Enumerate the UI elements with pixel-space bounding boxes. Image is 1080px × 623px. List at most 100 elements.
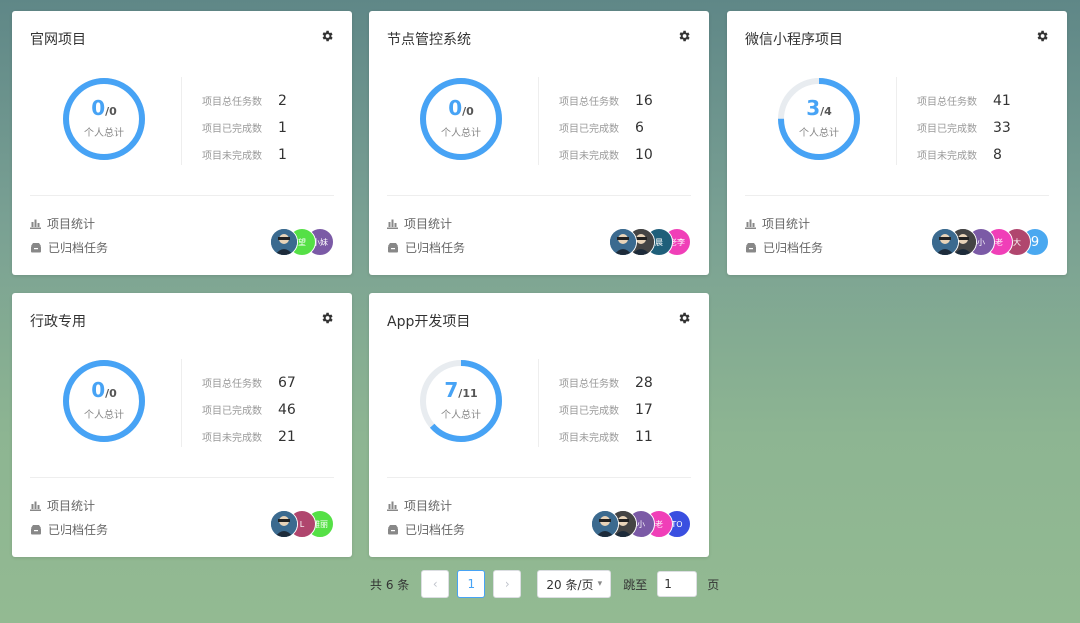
bar-chart-icon xyxy=(30,219,41,229)
avatar-initials: L xyxy=(299,519,305,529)
project-card: 节点管控系统 0/0 个人总计 项目总任务数 16 项目已完成数 6 项目未完成… xyxy=(369,11,709,275)
bar-chart-icon xyxy=(745,219,756,229)
member-avatar[interactable] xyxy=(591,510,619,538)
stat-row: 项目未完成数 21 xyxy=(202,423,322,450)
avatar-photo xyxy=(932,229,958,255)
gear-icon[interactable] xyxy=(677,29,691,43)
ring-total-count: /0 xyxy=(462,105,474,118)
horizontal-divider xyxy=(387,195,691,196)
stat-label: 项目已完成数 xyxy=(202,406,262,417)
archive-box-icon xyxy=(746,243,756,253)
progress-ring-text: 7/11 个人总计 xyxy=(417,357,505,445)
chevron-left-icon: ‹ xyxy=(432,577,438,591)
ring-done-count: 0 xyxy=(448,96,463,120)
ring-label: 个人总计 xyxy=(799,128,839,139)
project-stats-label: 项目统计 xyxy=(47,499,96,513)
ring-label: 个人总计 xyxy=(84,128,124,139)
page-size-value: 20 条/页 xyxy=(546,577,594,592)
progress-ring-text: 0/0 个人总计 xyxy=(417,75,505,163)
vertical-divider xyxy=(538,359,539,447)
stat-value: 46 xyxy=(278,401,296,418)
stat-value: 10 xyxy=(635,146,653,163)
stat-value: 17 xyxy=(635,401,653,418)
avatar-initials: TO xyxy=(671,519,683,529)
stat-value: 41 xyxy=(993,92,1011,109)
stat-label: 项目总任务数 xyxy=(559,97,619,108)
stat-label: 项目总任务数 xyxy=(917,97,977,108)
page-number-button[interactable]: 1 xyxy=(457,570,486,598)
stat-row: 项目已完成数 6 xyxy=(559,114,679,141)
project-stats-link[interactable]: 项目统计 xyxy=(387,497,452,514)
stats-list: 项目总任务数 2 项目已完成数 1 项目未完成数 1 xyxy=(202,87,322,168)
project-stats-label: 项目统计 xyxy=(762,217,811,231)
archived-tasks-link[interactable]: 已归档任务 xyxy=(30,239,108,256)
gear-icon[interactable] xyxy=(1035,29,1049,43)
stat-row: 项目未完成数 10 xyxy=(559,141,679,168)
stat-value: 16 xyxy=(635,92,653,109)
stat-value: 21 xyxy=(278,428,296,445)
stat-row: 项目总任务数 67 xyxy=(202,369,322,396)
archive-box-icon xyxy=(31,525,41,535)
member-avatar[interactable] xyxy=(270,510,298,538)
member-avatar[interactable] xyxy=(931,228,959,256)
ring-done-count: 7 xyxy=(444,378,459,402)
vertical-divider xyxy=(538,77,539,165)
next-page-button[interactable]: › xyxy=(493,570,522,598)
avatar-initials: 晨 xyxy=(655,237,663,247)
avatar-initials: 小 xyxy=(977,237,985,247)
jump-page-input[interactable] xyxy=(657,571,698,597)
archived-tasks-label: 已归档任务 xyxy=(763,241,824,255)
ring-count: 0/0 xyxy=(91,98,117,121)
member-avatar-group: TO 老小 xyxy=(591,510,691,538)
stats-list: 项目总任务数 41 项目已完成数 33 项目未完成数 8 xyxy=(917,87,1037,168)
project-title: App开发项目 xyxy=(387,314,471,330)
stat-row: 项目已完成数 17 xyxy=(559,396,679,423)
ring-total-count: /11 xyxy=(458,387,478,400)
stat-row: 项目总任务数 41 xyxy=(917,87,1037,114)
project-stats-label: 项目统计 xyxy=(404,217,453,231)
project-stats-link[interactable]: 项目统计 xyxy=(30,497,95,514)
ring-total-count: /4 xyxy=(820,105,832,118)
member-avatar-group: 雅丽 L xyxy=(270,510,334,538)
stat-label: 项目未完成数 xyxy=(559,151,619,162)
stat-value: 28 xyxy=(635,374,653,391)
archived-tasks-label: 已归档任务 xyxy=(48,523,109,537)
stat-label: 项目总任务数 xyxy=(202,379,262,390)
gear-icon[interactable] xyxy=(677,311,691,325)
project-title: 微信小程序项目 xyxy=(745,32,843,48)
project-card: 微信小程序项目 3/4 个人总计 项目总任务数 41 项目已完成数 33 项目未… xyxy=(727,11,1067,275)
archived-tasks-link[interactable]: 已归档任务 xyxy=(387,239,465,256)
archived-tasks-link[interactable]: 已归档任务 xyxy=(30,521,108,538)
ring-count: 7/11 xyxy=(444,378,478,403)
ring-total-count: /0 xyxy=(105,387,117,400)
horizontal-divider xyxy=(30,195,334,196)
project-title: 节点管控系统 xyxy=(387,32,471,48)
member-avatar[interactable] xyxy=(609,228,637,256)
gear-icon[interactable] xyxy=(320,311,334,325)
project-stats-link[interactable]: 项目统计 xyxy=(30,215,95,232)
member-avatar-group: 9大老小 xyxy=(931,228,1049,256)
horizontal-divider xyxy=(745,195,1049,196)
stat-value: 8 xyxy=(993,146,1002,163)
member-avatar-group: 小妹望 xyxy=(270,228,334,256)
project-card: 官网项目 0/0 个人总计 项目总任务数 2 项目已完成数 1 项目未完成数 1 xyxy=(12,11,352,275)
stat-row: 项目总任务数 28 xyxy=(559,369,679,396)
page-size-select[interactable]: 20 条/页 ▾ xyxy=(537,570,612,598)
horizontal-divider xyxy=(387,477,691,478)
progress-ring-text: 0/0 个人总计 xyxy=(60,357,148,445)
ring-label: 个人总计 xyxy=(84,410,124,421)
archived-tasks-label: 已归档任务 xyxy=(405,523,466,537)
archived-tasks-link[interactable]: 已归档任务 xyxy=(387,521,465,538)
bar-chart-icon xyxy=(387,501,398,511)
archived-tasks-link[interactable]: 已归档任务 xyxy=(745,239,823,256)
archive-box-icon xyxy=(388,525,398,535)
stat-row: 项目总任务数 2 xyxy=(202,87,322,114)
project-stats-link[interactable]: 项目统计 xyxy=(387,215,452,232)
avatar-photo xyxy=(592,511,618,537)
avatar-initials: 老 xyxy=(995,237,1003,247)
project-stats-link[interactable]: 项目统计 xyxy=(745,215,810,232)
member-avatar[interactable] xyxy=(270,228,298,256)
archive-box-icon xyxy=(31,243,41,253)
prev-page-button[interactable]: ‹ xyxy=(421,570,450,598)
gear-icon[interactable] xyxy=(320,29,334,43)
